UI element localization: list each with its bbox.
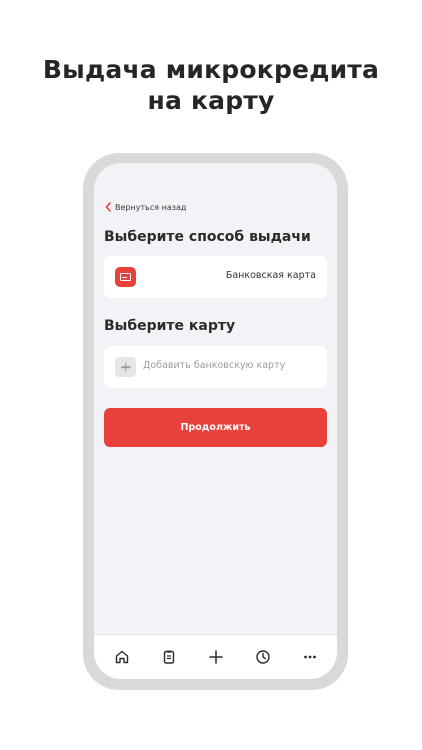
bank-card-icon	[115, 267, 136, 287]
select-card-heading: Выберите карту	[104, 318, 236, 334]
promo-title: Выдача микрокредита на карту	[0, 54, 422, 116]
home-icon	[115, 650, 128, 664]
payout-option-label: Банковская карта	[225, 270, 316, 281]
tab-documents[interactable]	[157, 645, 181, 669]
back-link-label: Вернуться назад	[115, 202, 187, 212]
plus-icon	[115, 357, 136, 377]
tab-new[interactable]	[204, 645, 228, 669]
phone-screen: Вернуться назад Выберите способ выдачи Б…	[94, 163, 337, 679]
clock-icon	[255, 650, 270, 664]
back-link[interactable]: Вернуться назад	[104, 201, 186, 213]
promo-title-line-2: на карту	[147, 86, 275, 115]
payout-method-heading: Выберите способ выдачи	[104, 229, 311, 245]
tab-bar	[94, 634, 337, 679]
chevron-left-icon	[105, 202, 111, 212]
plus-icon	[208, 650, 223, 664]
tab-history[interactable]	[251, 645, 275, 669]
promo-title-line-1: Выдача микрокредита	[42, 55, 380, 84]
more-icon	[303, 655, 316, 659]
tab-more[interactable]	[298, 645, 322, 669]
add-bank-card-label: Добавить банковскую карту	[143, 360, 286, 371]
add-bank-card-button[interactable]: Добавить банковскую карту	[104, 346, 327, 388]
clipboard-icon	[163, 650, 174, 664]
payout-option-bank-card[interactable]: Банковская карта	[104, 256, 327, 298]
continue-button[interactable]: Продолжить	[104, 408, 327, 447]
phone-frame: Вернуться назад Выберите способ выдачи Б…	[83, 153, 348, 690]
tab-home[interactable]	[110, 645, 134, 669]
